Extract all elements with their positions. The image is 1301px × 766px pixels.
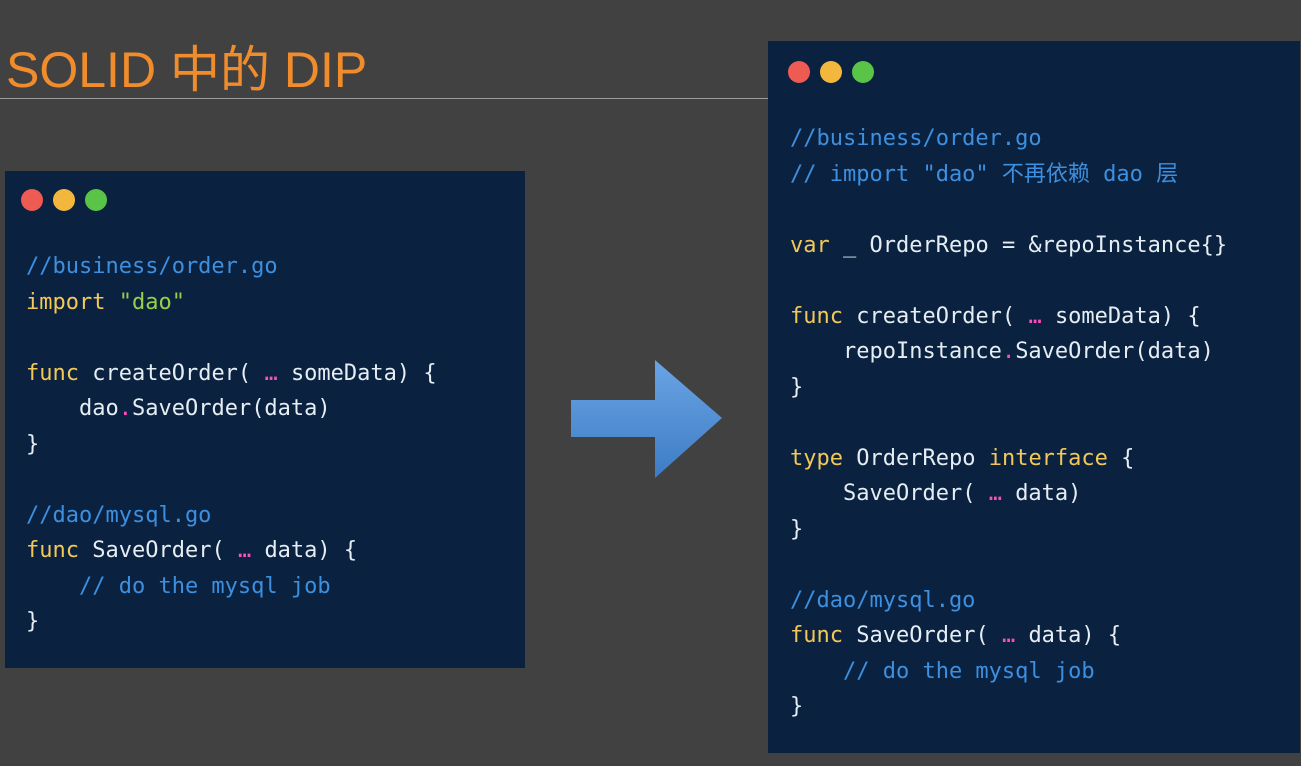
code-line: func createOrder( … someData) { <box>26 356 437 392</box>
dot-operator: . <box>1001 339 1016 364</box>
code-block-before: //business/order.go import "dao" func cre… <box>26 249 437 640</box>
closing-brace: } <box>790 374 804 400</box>
dot-operator: . <box>118 396 132 421</box>
code-window-before: //business/order.go import "dao" func cre… <box>5 171 525 668</box>
params: someData) { <box>290 360 437 386</box>
comment: //dao/mysql.go <box>790 587 976 613</box>
ellipsis-operator: … <box>264 360 278 386</box>
keyword: func <box>790 303 843 329</box>
ellipsis-operator: … <box>988 481 1002 506</box>
code-line: } <box>790 689 1227 725</box>
slide-title: SOLID 中的 DIP <box>6 42 368 98</box>
ellipsis-operator: … <box>237 538 252 563</box>
keyword: func <box>26 538 79 563</box>
closing-brace: } <box>26 431 40 457</box>
code-line: } <box>26 427 437 463</box>
title-divider <box>0 98 768 99</box>
function-name: SaveOrder( <box>856 623 989 648</box>
code-line: SaveOrder( … data) <box>790 476 1227 512</box>
params: someData) { <box>1054 303 1201 329</box>
window-controls <box>21 189 107 211</box>
comment: //dao/mysql.go <box>26 502 212 528</box>
ellipsis-operator: … <box>1028 303 1042 329</box>
minimize-dot-icon <box>53 189 75 211</box>
code-line: //dao/mysql.go <box>790 583 1227 619</box>
code-line: repoInstance.SaveOrder(data) <box>790 334 1227 370</box>
code-line: } <box>790 512 1227 548</box>
object-name: repoInstance <box>842 339 1002 364</box>
code-line: //business/order.go <box>26 249 437 285</box>
keyword: var <box>790 232 830 258</box>
window-controls <box>788 61 874 83</box>
maximize-dot-icon <box>852 61 874 83</box>
code-window-after: //business/order.go // import "dao" 不再依赖 … <box>768 41 1300 753</box>
code-line: } <box>26 604 437 640</box>
keyword: type <box>790 445 843 471</box>
comment: // do the mysql job <box>842 658 1095 684</box>
object-name: dao <box>78 396 119 421</box>
right-arrow-icon <box>571 360 722 478</box>
params: data) { <box>264 538 358 563</box>
closing-brace: } <box>790 694 804 719</box>
code-line: // do the mysql job <box>790 654 1227 690</box>
comment: // do the mysql job <box>78 573 331 599</box>
code-line: //dao/mysql.go <box>26 498 437 534</box>
keyword: import <box>26 289 106 315</box>
code-line: func SaveOrder( … data) { <box>26 533 437 569</box>
method-call: SaveOrder(data) <box>1015 339 1214 364</box>
function-name: createOrder( <box>92 360 252 386</box>
method-call: SaveOrder(data) <box>131 396 331 421</box>
code-block-after: //business/order.go // import "dao" 不再依赖 … <box>790 121 1227 725</box>
code-line: var _ OrderRepo = &repoInstance{} <box>790 228 1227 264</box>
code-line: //business/order.go <box>790 121 1227 157</box>
keyword: func <box>26 360 79 386</box>
method-name: SaveOrder( <box>842 481 976 506</box>
code-line: type OrderRepo interface { <box>790 441 1227 477</box>
opening-brace: { <box>1121 445 1135 471</box>
closing-brace: } <box>790 516 804 542</box>
keyword: interface <box>988 445 1108 471</box>
code-line: func SaveOrder( … data) { <box>790 618 1227 654</box>
comment: // import "dao" 不再依赖 dao 层 <box>790 161 1179 187</box>
function-name: createOrder( <box>856 303 1016 329</box>
close-dot-icon <box>788 61 810 83</box>
code-line: func createOrder( … someData) { <box>790 299 1227 335</box>
close-dot-icon <box>21 189 43 211</box>
comment: //business/order.go <box>790 126 1042 151</box>
code-line: // import "dao" 不再依赖 dao 层 <box>790 157 1227 193</box>
maximize-dot-icon <box>85 189 107 211</box>
function-name: SaveOrder( <box>92 538 225 563</box>
minimize-dot-icon <box>820 61 842 83</box>
code-line: } <box>790 370 1227 406</box>
type-name: OrderRepo <box>856 445 976 471</box>
params: data) { <box>1028 623 1122 648</box>
code-line: dao.SaveOrder(data) <box>26 391 437 427</box>
code-line: // do the mysql job <box>26 569 437 605</box>
keyword: func <box>790 623 843 648</box>
ellipsis-operator: … <box>1001 623 1016 648</box>
params: data) <box>1015 481 1082 506</box>
declaration: _ OrderRepo = &repoInstance{} <box>843 232 1228 258</box>
closing-brace: } <box>26 609 40 634</box>
comment: //business/order.go <box>26 254 278 279</box>
code-line: import "dao" <box>26 285 437 321</box>
string-literal: "dao" <box>118 289 185 315</box>
